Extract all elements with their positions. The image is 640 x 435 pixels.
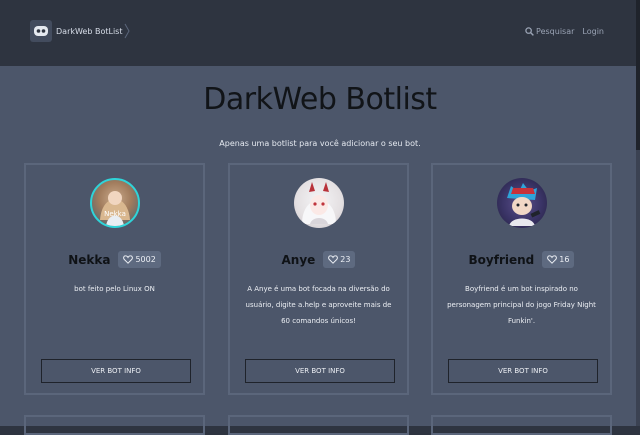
bot-avatar-nekka: Nekka	[90, 178, 140, 228]
bot-info-button[interactable]: VER BOT INFO	[41, 359, 191, 383]
vote-count: 23	[340, 255, 351, 264]
bot-info-button[interactable]: VER BOT INFO	[448, 359, 598, 383]
search-label: Pesquisar	[536, 27, 575, 36]
bot-name: Anye	[281, 252, 316, 267]
brand-name: DarkWeb BotList	[56, 26, 123, 36]
bot-card-partial	[228, 415, 409, 435]
heart-icon	[328, 255, 339, 264]
vote-count: 16	[559, 255, 570, 264]
bot-name-row: Nekka 5002	[26, 251, 203, 268]
avatar-illustration	[507, 183, 541, 226]
vote-count: 5002	[135, 255, 156, 264]
heart-icon	[123, 255, 134, 264]
bot-name: Nekka	[68, 252, 111, 267]
bot-name: Boyfriend	[468, 252, 535, 267]
login-link[interactable]: Login	[582, 27, 604, 36]
bot-name-row: Anye 23	[230, 251, 407, 268]
page-title: DarkWeb Botlist	[203, 82, 437, 117]
robot-face-icon	[30, 20, 52, 42]
bot-avatar-anye	[294, 178, 344, 228]
search-link[interactable]: Pesquisar	[525, 27, 574, 36]
bot-description: bot feito pelo Linux ON	[74, 285, 155, 293]
avatar-caption: Nekka	[104, 210, 126, 218]
heart-icon	[547, 255, 558, 264]
page-subtitle: Apenas uma botlist para você adicionar o…	[219, 139, 421, 148]
bot-card-partial	[24, 415, 205, 435]
login-label: Login	[582, 27, 604, 36]
bot-description: Boyfriend é um bot inspirado no personag…	[447, 285, 596, 325]
bot-card-anye: Anye 23 A Anye é uma bot focada na diver…	[228, 163, 409, 395]
brand-link[interactable]: DarkWeb BotList	[30, 20, 131, 42]
vote-badge[interactable]: 5002	[118, 251, 161, 268]
vote-badge[interactable]: 23	[323, 251, 356, 268]
bot-card-boyfriend: Boyfriend 16 Boyfriend é um bot inspirad…	[431, 163, 612, 395]
scrollbar-thumb[interactable]	[636, 0, 640, 150]
avatar-illustration	[302, 182, 336, 224]
bot-description: A Anye é uma bot focada na diversão do u…	[245, 285, 392, 325]
bot-info-button[interactable]: VER BOT INFO	[245, 359, 395, 383]
chevron-right-icon	[125, 23, 131, 39]
bot-card-partial	[431, 415, 612, 435]
bot-avatar-boyfriend	[497, 178, 547, 228]
nav-links: Pesquisar Login	[525, 27, 604, 36]
bot-name-row: Boyfriend 16	[433, 251, 610, 268]
avatar-illustration	[100, 191, 130, 226]
scrollbar[interactable]	[636, 0, 640, 426]
search-icon	[525, 27, 534, 36]
bot-card-nekka: Nekka Nekka 5002 bot feito pelo Linux ON…	[24, 163, 205, 395]
vote-badge[interactable]: 16	[542, 251, 575, 268]
